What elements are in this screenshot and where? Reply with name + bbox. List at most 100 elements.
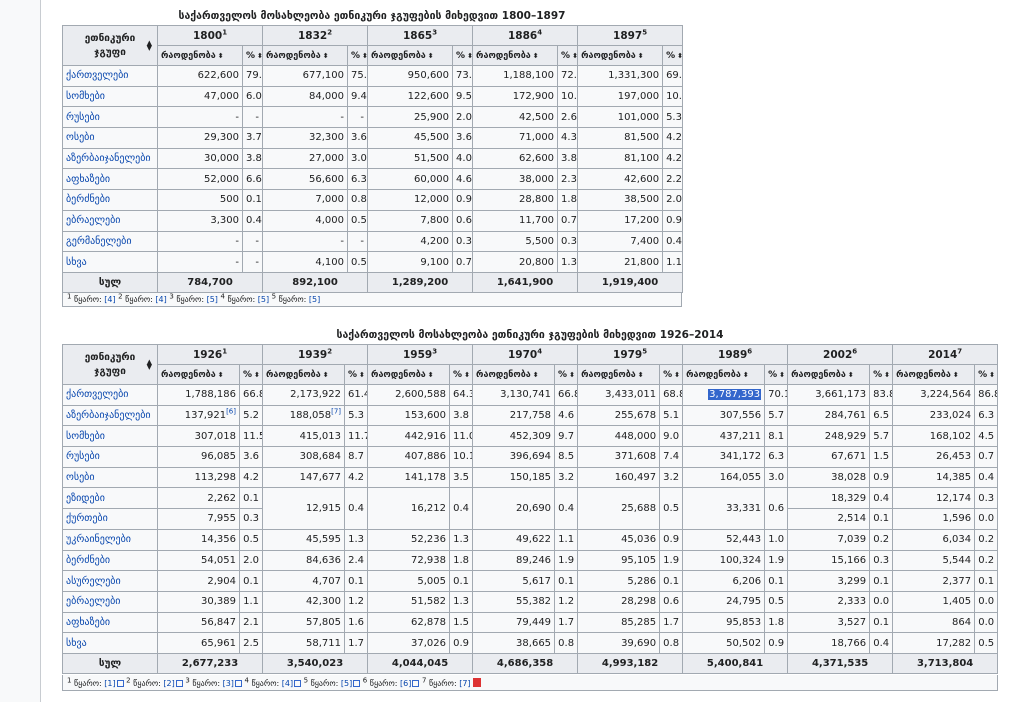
source-link[interactable]: [5]	[258, 295, 269, 304]
percent-header[interactable]: % ⬍	[347, 45, 369, 66]
ethnic-group-link[interactable]: აზერბაიჯანელები	[62, 147, 158, 170]
percent-header[interactable]: % ⬍	[241, 45, 264, 66]
count-header[interactable]: რაოდენობა ⬍	[262, 45, 349, 66]
source-link[interactable]: [1]	[104, 679, 115, 688]
percent-header[interactable]: % ⬍	[554, 364, 579, 385]
percent-cell: 1.5	[449, 611, 474, 634]
sort-icon[interactable]: ⬍	[428, 371, 434, 379]
sort-icon[interactable]: ⬍	[359, 371, 365, 379]
sort-icon[interactable]: ⬍	[674, 371, 680, 379]
count-value: 101,000	[617, 111, 660, 123]
ethnic-group-link[interactable]: აზერბაიჯანელები	[62, 404, 158, 427]
table-row: აზერბაიჯანელები 137,921[6] 5.2 188,058[7] 5.…	[62, 404, 999, 427]
sort-icon[interactable]: ⬍	[743, 371, 749, 379]
source-link[interactable]: [2]	[163, 679, 174, 688]
percent-cell: 0.9	[662, 209, 684, 232]
percent-header[interactable]: % ⬍	[557, 45, 579, 66]
sort-icon[interactable]: ⬍	[989, 371, 995, 379]
count-header[interactable]: რაოდენობა ⬍	[577, 45, 664, 66]
ethnic-group-link[interactable]: ბერძნები	[62, 189, 158, 211]
sort-icon[interactable]: ⬍	[218, 371, 224, 379]
percent-header[interactable]: % ⬍	[659, 364, 684, 385]
ethnic-group-link[interactable]: ოსები	[62, 127, 158, 149]
sort-icon[interactable]: ▲ ▼	[147, 358, 152, 370]
ethnic-group-link[interactable]: ებრაელები	[62, 590, 158, 613]
ethnic-group-link[interactable]: ეზიდები	[62, 487, 158, 510]
count-header[interactable]: რაოდენობა ⬍	[262, 364, 346, 385]
ethnic-group-link[interactable]: სხვა	[62, 632, 158, 654]
percent-cell: 1.8	[449, 549, 474, 572]
sort-icon[interactable]: ⬍	[572, 52, 576, 60]
sort-icon[interactable]: ⬍	[254, 371, 260, 379]
ethnic-group-link[interactable]: გერმანელები	[62, 230, 158, 253]
ethnic-group-link[interactable]: ქურთები	[62, 508, 158, 530]
source-link[interactable]: [3]	[223, 679, 234, 688]
sort-icon[interactable]: ⬍	[218, 52, 224, 60]
percent-header[interactable]: % ⬍	[662, 45, 684, 66]
ethnic-group-link[interactable]: სომხები	[62, 85, 158, 108]
source-link[interactable]: [6]	[400, 679, 411, 688]
sort-icon[interactable]: ⬍	[884, 371, 890, 379]
reference-link[interactable]: [6]	[226, 408, 236, 416]
count-header[interactable]: რაოდენობა ⬍	[367, 45, 454, 66]
percent-header[interactable]: % ⬍	[344, 364, 369, 385]
percent-header[interactable]: % ⬍	[452, 45, 474, 66]
count-header[interactable]: რაოდენობა ⬍	[472, 45, 559, 66]
ethnic-group-link[interactable]: ოსები	[62, 466, 158, 489]
count-header[interactable]: რაოდენობა ⬍	[682, 364, 766, 385]
source-link[interactable]: [5]	[341, 679, 352, 688]
sort-icon[interactable]: ⬍	[953, 371, 959, 379]
ethnic-group-link[interactable]: აფხაზები	[62, 168, 158, 191]
ethnic-group-link[interactable]: რუსები	[62, 446, 158, 468]
source-link[interactable]: [5]	[309, 295, 320, 304]
count-header[interactable]: რაოდენობა ⬍	[787, 364, 871, 385]
ethnic-group-link[interactable]: აფხაზები	[62, 611, 158, 634]
count-value: 677,100	[302, 70, 345, 82]
sort-icon[interactable]: ⬍	[362, 52, 366, 60]
sort-icon[interactable]: ⬍	[638, 371, 644, 379]
sort-icon[interactable]: ⬍	[638, 52, 644, 60]
ethnic-group-link[interactable]: ბერძნები	[62, 549, 158, 572]
ethnic-group-header[interactable]: ეთნიკური ჯგუფი ▲ ▼	[62, 344, 158, 385]
ethnic-group-link[interactable]: ქართველები	[62, 65, 158, 87]
sort-icon[interactable]: ⬍	[257, 52, 261, 60]
sort-icon[interactable]: ⬍	[533, 52, 539, 60]
ethnic-group-header[interactable]: ეთნიკური ჯგუფი ▲ ▼	[62, 25, 158, 66]
sort-icon[interactable]: ⬍	[848, 371, 854, 379]
sort-icon[interactable]: ⬍	[779, 371, 785, 379]
count-header[interactable]: რაოდენობა ⬍	[157, 364, 240, 385]
count-header[interactable]: რაოდენობა ⬍	[577, 364, 661, 385]
sort-icon[interactable]: ⬍	[323, 371, 329, 379]
reference-link[interactable]: [7]	[331, 408, 341, 416]
count-header[interactable]: რაოდენობა ⬍	[157, 45, 243, 66]
sort-icon[interactable]: ⬍	[428, 52, 434, 60]
count-header[interactable]: რაოდენობა ⬍	[472, 364, 556, 385]
sort-icon[interactable]: ⬍	[464, 371, 470, 379]
percent-header[interactable]: % ⬍	[764, 364, 789, 385]
sort-icon[interactable]: ⬍	[323, 52, 329, 60]
ethnic-group-link[interactable]: ქართველები	[62, 384, 158, 406]
percent-header[interactable]: % ⬍	[449, 364, 474, 385]
ethnic-group-link[interactable]: რუსები	[62, 106, 158, 129]
ethnic-group-link[interactable]: ებრაელები	[62, 209, 158, 232]
count-header[interactable]: რაოდენობა ⬍	[892, 364, 976, 385]
ethnic-group-link[interactable]: სომხები	[62, 425, 158, 448]
source-link[interactable]: [7]	[459, 679, 470, 688]
sort-icon[interactable]: ⬍	[467, 52, 471, 60]
sort-icon[interactable]: ⬍	[533, 371, 539, 379]
ethnic-group-link[interactable]: უკრაინელები	[62, 528, 158, 551]
sort-icon[interactable]: ⬍	[677, 52, 681, 60]
percent-header[interactable]: % ⬍	[238, 364, 264, 385]
source-link[interactable]: [4]	[104, 295, 115, 304]
table1-notes: 1 წყარო: [4] 2 წყარო: [4] 3 წყარო: [5] 4…	[62, 293, 682, 307]
percent-header[interactable]: % ⬍	[974, 364, 999, 385]
percent-header[interactable]: % ⬍	[869, 364, 894, 385]
sort-icon[interactable]: ⬍	[569, 371, 575, 379]
source-link[interactable]: [4]	[155, 295, 166, 304]
sort-icon[interactable]: ▲ ▼	[147, 39, 152, 51]
ethnic-group-link[interactable]: სხვა	[62, 251, 158, 273]
ethnic-group-link[interactable]: ასურელები	[62, 570, 158, 592]
count-header[interactable]: რაოდენობა ⬍	[367, 364, 451, 385]
source-link[interactable]: [5]	[207, 295, 218, 304]
source-link[interactable]: [4]	[282, 679, 293, 688]
